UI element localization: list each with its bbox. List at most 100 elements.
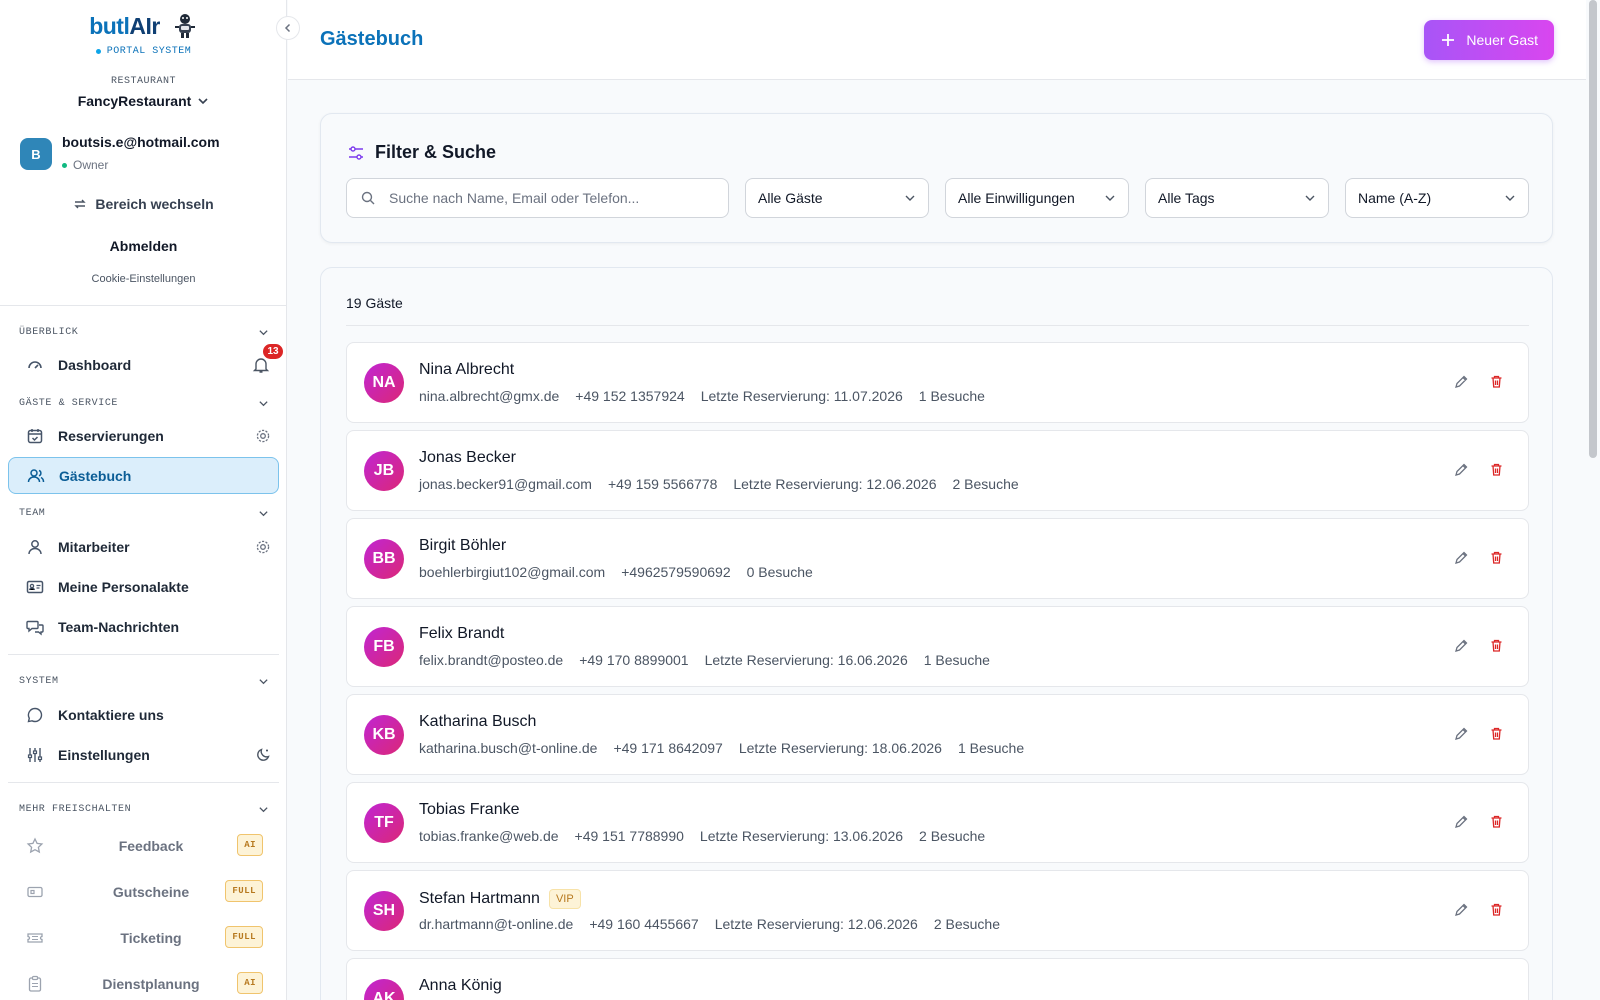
guest-phone: +49 171 8642097 xyxy=(613,740,723,756)
sidebar-item-label: Team-Nachrichten xyxy=(58,618,180,635)
chevron-down-icon xyxy=(197,95,209,107)
robot-mascot-icon xyxy=(170,12,198,40)
sidebar-item-contact[interactable]: Kontaktiere uns xyxy=(8,696,279,733)
section-overview[interactable]: ÜBERBLICK xyxy=(19,327,269,338)
edit-icon[interactable] xyxy=(1454,726,1469,741)
search-input[interactable] xyxy=(389,190,709,206)
guest-email: tobias.franke@web.de xyxy=(419,828,559,844)
guest-row[interactable]: AK Anna König xyxy=(346,958,1529,1000)
user-role: Owner xyxy=(62,158,220,172)
calendar-check-icon xyxy=(26,427,44,445)
search-icon xyxy=(361,191,375,205)
edit-icon[interactable] xyxy=(1454,902,1469,917)
guest-row[interactable]: SH Stefan Hartmann VIP dr.hartmann@t-onl… xyxy=(346,870,1529,951)
guest-row[interactable]: TF Tobias Franke tobias.franke@web.de +4… xyxy=(346,782,1529,863)
guest-row[interactable]: BB Birgit Böhler boehlerbirgiut102@gmail… xyxy=(346,518,1529,599)
guest-name-text: Stefan Hartmann xyxy=(419,890,540,907)
id-card-icon xyxy=(26,578,44,596)
edit-icon[interactable] xyxy=(1454,638,1469,653)
guest-name-text: Tobias Franke xyxy=(419,801,520,818)
trash-icon[interactable] xyxy=(1489,726,1504,741)
guests-filter-select[interactable]: Alle Gäste xyxy=(745,178,929,218)
new-guest-button[interactable]: Neuer Gast xyxy=(1424,20,1554,60)
plus-icon xyxy=(1440,32,1456,48)
sidebar-item-label: Gästebuch xyxy=(59,467,132,484)
online-dot xyxy=(62,162,67,168)
guest-phone: +49 159 5566778 xyxy=(607,476,718,492)
section-team[interactable]: TEAM xyxy=(19,508,269,519)
trash-icon[interactable] xyxy=(1489,638,1504,653)
switch-area-button[interactable]: Bereich wechseln xyxy=(0,196,286,212)
sidebar-collapse-button[interactable] xyxy=(276,16,300,40)
user-email: boutsis.e@hotmail.com xyxy=(62,134,220,150)
new-guest-label: Neuer Gast xyxy=(1466,32,1538,48)
page-scrollbar[interactable] xyxy=(1589,0,1597,458)
guest-email: felix.brandt@posteo.de xyxy=(419,652,564,668)
sidebar-item-team-messages[interactable]: Team-Nachrichten xyxy=(8,608,279,645)
edit-icon[interactable] xyxy=(1454,550,1469,565)
edit-icon[interactable] xyxy=(1454,462,1469,477)
gear-icon[interactable] xyxy=(255,428,271,444)
guest-row[interactable]: JB Jonas Becker jonas.becker91@gmail.com… xyxy=(346,430,1529,511)
guest-row[interactable]: NA Nina Albrecht nina.albrecht@gmx.de +4… xyxy=(346,342,1529,423)
clipboard-icon xyxy=(26,975,44,993)
notifications-button[interactable]: 13 xyxy=(252,343,283,374)
filter-sliders-icon xyxy=(347,144,365,162)
restaurant-selector[interactable]: FancyRestaurant xyxy=(0,93,286,109)
users-icon xyxy=(27,467,45,485)
guest-visits: 2 Besuche xyxy=(952,476,1019,492)
search-field[interactable] xyxy=(346,178,729,218)
sidebar-item-staff[interactable]: Mitarbeiter xyxy=(8,528,279,565)
user-role-text: Owner xyxy=(73,158,109,172)
edit-icon[interactable] xyxy=(1454,814,1469,829)
guest-last-reservation: Letzte Reservierung: 16.06.2026 xyxy=(704,652,908,668)
sidebar-item-vouchers[interactable]: Gutscheine FULL xyxy=(8,872,279,912)
restaurant-name: FancyRestaurant xyxy=(77,93,192,109)
trash-icon[interactable] xyxy=(1489,902,1504,917)
guest-last-reservation: Letzte Reservierung: 18.06.2026 xyxy=(738,740,942,756)
trash-icon[interactable] xyxy=(1489,462,1504,477)
brand-logo[interactable]: butlAIr xyxy=(89,13,160,40)
trash-icon[interactable] xyxy=(1489,550,1504,565)
sidebar-item-guestbook[interactable]: Gästebuch xyxy=(8,457,279,494)
guest-row[interactable]: KB Katharina Busch katharina.busch@t-onl… xyxy=(346,694,1529,775)
ticket-icon xyxy=(26,929,44,947)
sidebar-item-shift-planning[interactable]: Dienstplanung AI xyxy=(8,964,279,1000)
guest-meta: dr.hartmann@t-online.de +49 160 4455667 … xyxy=(419,916,1000,932)
gear-icon[interactable] xyxy=(255,539,271,555)
trash-icon[interactable] xyxy=(1489,374,1504,389)
cookie-settings-link[interactable]: Cookie-Einstellungen xyxy=(0,273,286,285)
sidebar-item-settings[interactable]: Einstellungen xyxy=(8,736,279,773)
divider xyxy=(346,325,1529,326)
sidebar-item-label: Mitarbeiter xyxy=(58,538,130,555)
plan-tag: FULL xyxy=(225,880,263,902)
section-guests-service-label: GÄSTE & SERVICE xyxy=(19,398,119,409)
guest-row[interactable]: FB Felix Brandt felix.brandt@posteo.de +… xyxy=(346,606,1529,687)
section-system[interactable]: SYSTEM xyxy=(19,676,269,687)
section-unlock[interactable]: MEHR FREISCHALTEN xyxy=(19,804,269,815)
select-value: Alle Tags xyxy=(1158,190,1215,206)
theme-toggle-icon[interactable] xyxy=(255,747,271,763)
section-team-label: TEAM xyxy=(19,508,46,519)
sidebar-item-reservations[interactable]: Reservierungen xyxy=(8,417,279,454)
sidebar: butlAIr PORTAL SYSTEM RESTAURANT FancyRe… xyxy=(0,0,287,1000)
guest-visits: 2 Besuche xyxy=(919,828,986,844)
sidebar-item-feedback[interactable]: Feedback AI xyxy=(8,826,279,866)
consent-filter-select[interactable]: Alle Einwilligungen xyxy=(945,178,1129,218)
guest-name-text: Katharina Busch xyxy=(419,713,537,730)
tags-filter-select[interactable]: Alle Tags xyxy=(1145,178,1329,218)
edit-icon[interactable] xyxy=(1454,374,1469,389)
section-system-label: SYSTEM xyxy=(19,676,59,687)
swap-arrows-icon xyxy=(73,197,87,211)
logout-button[interactable]: Abmelden xyxy=(0,238,286,254)
sidebar-item-dashboard[interactable]: Dashboard 13 xyxy=(8,343,283,383)
sidebar-item-personnel-file[interactable]: Meine Personalakte xyxy=(8,568,279,605)
guest-name-text: Anna König xyxy=(419,977,502,994)
avatar: B xyxy=(20,138,52,170)
trash-icon[interactable] xyxy=(1489,814,1504,829)
section-guests-service[interactable]: GÄSTE & SERVICE xyxy=(19,398,269,409)
avatar: FB xyxy=(364,627,404,667)
sort-select[interactable]: Name (A-Z) xyxy=(1345,178,1529,218)
sidebar-item-ticketing[interactable]: Ticketing FULL xyxy=(8,918,279,958)
chevron-left-icon xyxy=(283,23,293,33)
